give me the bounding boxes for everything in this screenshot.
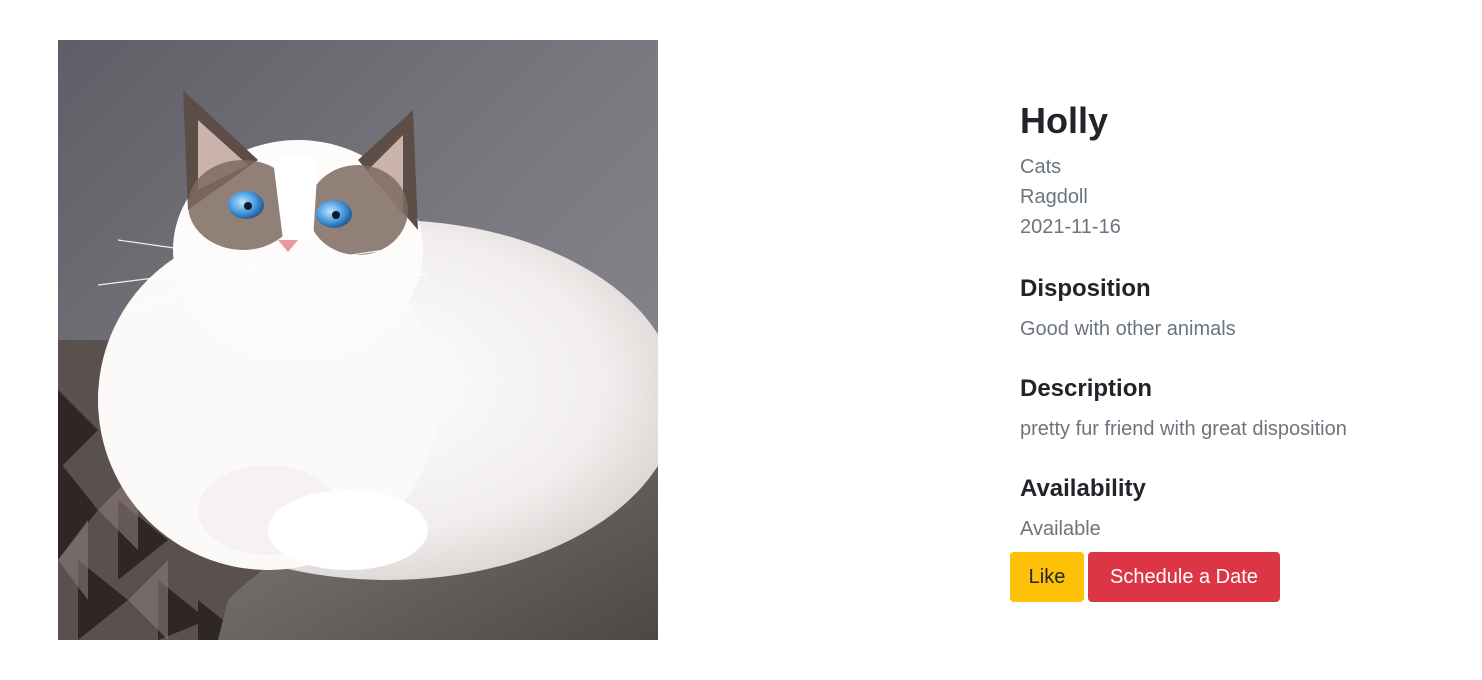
pet-detail-page: Holly Cats Ragdoll 2021-11-16 Dispositio… xyxy=(0,0,1482,680)
cat-image xyxy=(58,40,658,640)
availability-title: Availability xyxy=(1020,475,1146,502)
action-buttons: Like Schedule a Date xyxy=(1010,552,1280,602)
description-section: Description pretty fur friend with great… xyxy=(1020,374,1460,444)
availability-text: Available xyxy=(1020,518,1101,540)
pet-photo xyxy=(58,40,658,640)
like-button[interactable]: Like xyxy=(1010,552,1084,602)
description-text: pretty fur friend with great disposition xyxy=(1020,418,1347,440)
description-title: Description xyxy=(1020,375,1153,402)
availability-section: Availability Available xyxy=(1020,474,1460,544)
pet-breed: Ragdoll xyxy=(1020,186,1088,208)
pet-date: 2021-11-16 xyxy=(1020,216,1121,238)
pet-details: Holly Cats Ragdoll 2021-11-16 Dispositio… xyxy=(1020,96,1460,544)
schedule-date-button[interactable]: Schedule a Date xyxy=(1088,552,1280,602)
pet-type: Cats xyxy=(1020,156,1062,178)
disposition-section: Disposition Good with other animals xyxy=(1020,274,1460,344)
pet-meta: Cats Ragdoll 2021-11-16 xyxy=(1020,152,1460,242)
disposition-text: Good with other animals xyxy=(1020,318,1236,340)
disposition-title: Disposition xyxy=(1020,275,1151,302)
pet-name: Holly xyxy=(1020,100,1109,141)
